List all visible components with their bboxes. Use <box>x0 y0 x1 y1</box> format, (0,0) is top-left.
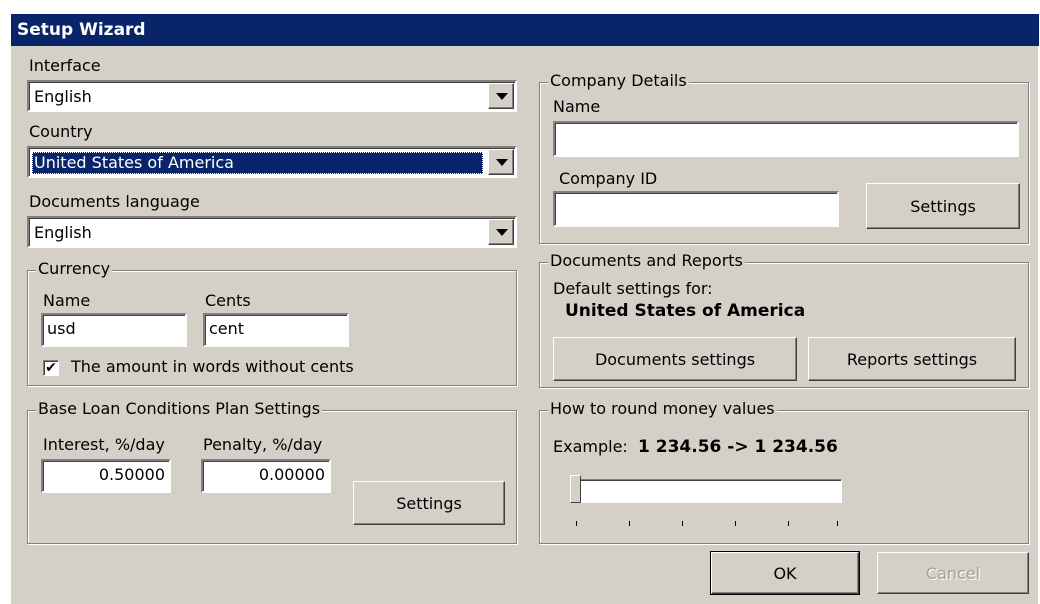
slider-tick <box>735 521 736 526</box>
loan-settings-legend: Base Loan Conditions Plan Settings <box>36 399 323 418</box>
country-value: United States of America <box>32 152 483 174</box>
company-details-legend: Company Details <box>548 71 689 90</box>
currency-name-label: Name <box>43 291 91 310</box>
country-select[interactable]: United States of America <box>27 146 517 178</box>
documents-language-dropdown-button[interactable] <box>488 219 514 245</box>
penalty-label: Penalty, %/day <box>203 435 323 454</box>
ok-button[interactable]: OK <box>710 551 860 595</box>
currency-legend: Currency <box>36 259 113 278</box>
currency-cents-label: Cents <box>205 291 251 310</box>
company-name-input[interactable] <box>553 121 1019 157</box>
documents-reports-legend: Documents and Reports <box>548 251 745 270</box>
rounding-example-label: Example: <box>553 437 628 456</box>
country-label: Country <box>29 122 93 141</box>
slider-track[interactable] <box>574 479 842 503</box>
slider-tick <box>682 521 683 526</box>
documents-language-select[interactable]: English <box>27 216 517 248</box>
company-name-label: Name <box>553 97 601 116</box>
slider-tick <box>576 521 577 526</box>
rounding-legend: How to round money values <box>548 399 777 418</box>
interface-label: Interface <box>29 56 101 75</box>
setup-wizard-window: Setup Wizard Interface English Country U… <box>10 14 1039 604</box>
rounding-group: How to round money values Example: 1 234… <box>539 399 1029 544</box>
slider-thumb[interactable] <box>570 475 581 503</box>
amount-in-words-label: The amount in words without cents <box>71 357 354 376</box>
reports-settings-button[interactable]: Reports settings <box>808 337 1016 381</box>
default-settings-label: Default settings for: <box>553 279 713 298</box>
interface-dropdown-button[interactable] <box>488 83 514 109</box>
interest-input[interactable]: 0.50000 <box>41 459 171 493</box>
cancel-button[interactable]: Cancel <box>877 552 1029 594</box>
penalty-input[interactable]: 0.00000 <box>201 459 331 493</box>
documents-reports-group: Documents and Reports Default settings f… <box>539 251 1029 388</box>
documents-settings-button[interactable]: Documents settings <box>553 337 797 381</box>
currency-group: Currency Name usd Cents cent ✔ The amoun… <box>27 259 517 386</box>
interface-select[interactable]: English <box>27 80 517 112</box>
company-details-group: Company Details Name Company ID Settings <box>539 71 1029 244</box>
default-settings-country: United States of America <box>565 301 806 321</box>
amount-in-words-checkbox[interactable]: ✔ <box>43 360 59 376</box>
interface-value: English <box>34 87 92 106</box>
documents-language-value: English <box>34 223 92 242</box>
company-settings-button[interactable]: Settings <box>866 183 1020 229</box>
currency-name-input[interactable]: usd <box>41 313 187 347</box>
window-title: Setup Wizard <box>11 14 1039 46</box>
slider-tick <box>629 521 630 526</box>
company-id-input[interactable] <box>553 191 839 227</box>
documents-language-label: Documents language <box>29 192 200 211</box>
loan-settings-group: Base Loan Conditions Plan Settings Inter… <box>27 399 517 544</box>
rounding-example-value: 1 234.56 -> 1 234.56 <box>638 437 838 457</box>
interest-label: Interest, %/day <box>43 435 165 454</box>
slider-tick <box>788 521 789 526</box>
slider-tick <box>837 521 838 526</box>
country-dropdown-button[interactable] <box>488 149 514 175</box>
currency-cents-input[interactable]: cent <box>203 313 349 347</box>
loan-settings-button[interactable]: Settings <box>353 481 505 525</box>
company-id-label: Company ID <box>559 169 658 188</box>
